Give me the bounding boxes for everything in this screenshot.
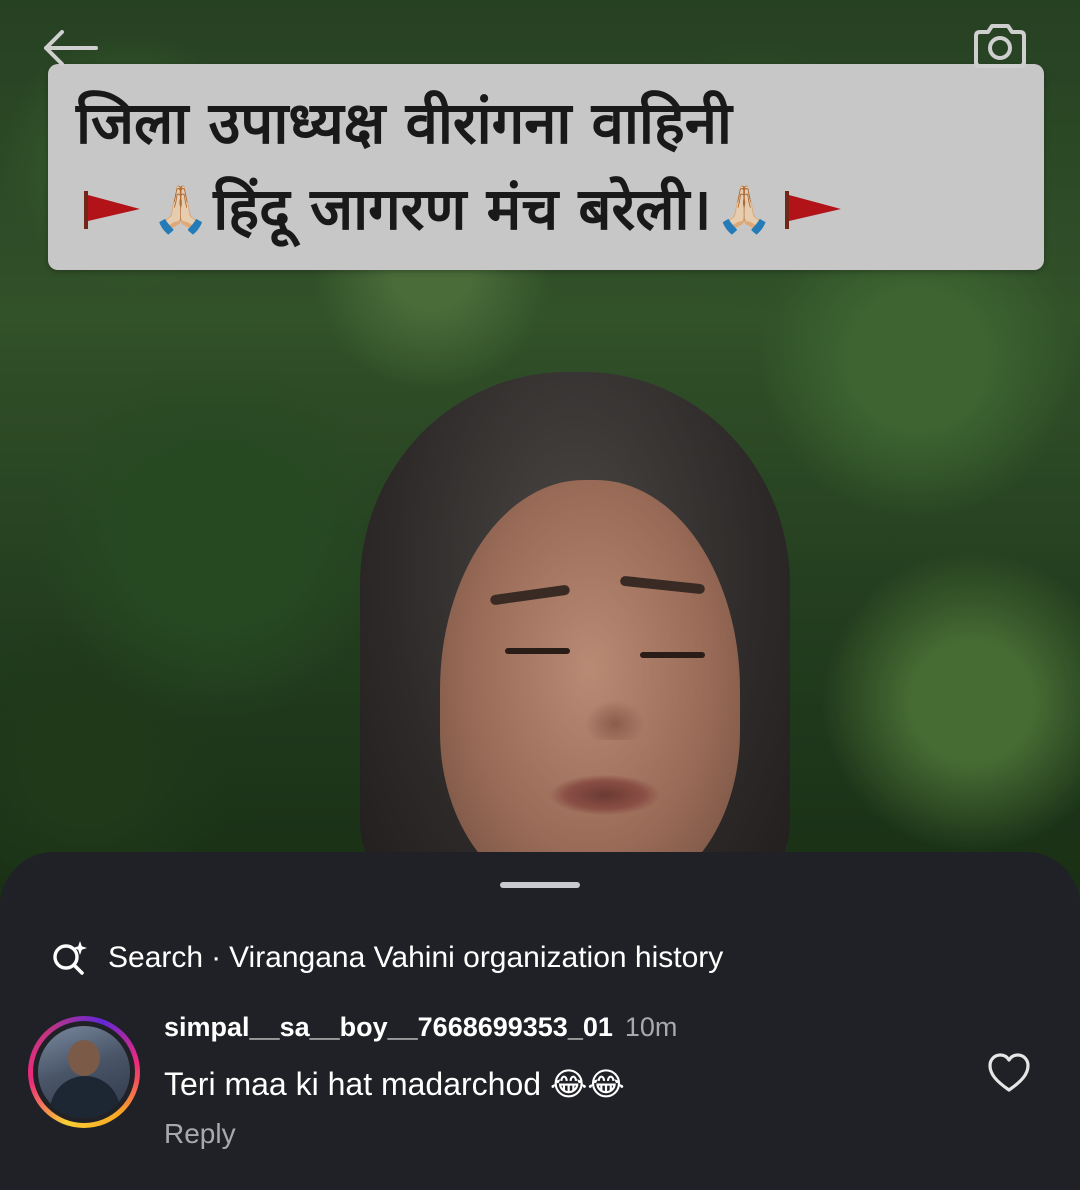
sticker-line-2-text: हिंदू जागरण मंच बरेली। (213, 175, 712, 243)
comment-meta: simpal__sa__boy__7668699353_01 10m (164, 1012, 677, 1052)
comment-body: simpal__sa__boy__7668699353_01 10m Teri … (164, 1012, 677, 1150)
comment-username[interactable]: simpal__sa__boy__7668699353_01 (164, 1012, 613, 1043)
folded-hands-emoji: 🙏🏻 (715, 182, 773, 236)
heart-outline-icon (988, 1053, 1030, 1092)
folded-hands-emoji: 🙏🏻 (152, 182, 210, 236)
camera-button[interactable] (970, 20, 1030, 70)
like-comment-button[interactable] (986, 1050, 1032, 1096)
sticker-line-1: जिला उपाध्यक्ष वीरांगना वाहिनी (76, 89, 732, 157)
back-button[interactable] (40, 28, 100, 68)
search-suggestion-text: Search · Virangana Vahini organization his… (108, 941, 723, 975)
red-flag-icon (84, 191, 140, 229)
search-separator: · (211, 941, 222, 974)
avatar-figure-head (68, 1040, 100, 1076)
back-arrow-icon (44, 30, 98, 66)
subject-right-eye (640, 652, 705, 658)
subject-nose (585, 700, 645, 740)
avatar-ring-gap (33, 1021, 135, 1123)
ai-search-icon (53, 941, 87, 975)
comment-timestamp: 10m (624, 1012, 678, 1042)
subject-face (440, 480, 740, 900)
avatar (38, 1026, 130, 1118)
red-flag-icon (784, 191, 841, 229)
subject-left-eye (505, 648, 570, 654)
comment-item: simpal__sa__boy__7668699353_01 10m Teri … (28, 1012, 1052, 1172)
search-query: Virangana Vahini organization history (229, 941, 724, 974)
search-label: Search (108, 941, 204, 974)
search-suggestion[interactable]: Search · Virangana Vahini organization his… (50, 938, 723, 978)
camera-icon (974, 24, 1026, 68)
sticker-line-2: 🙏🏻 हिंदू जागरण मंच बरेली। 🙏🏻 (76, 166, 1016, 252)
avatar-story-ring[interactable] (28, 1016, 140, 1128)
comment-text: Teri maa ki hat madarchod 😂😂 (164, 1066, 625, 1102)
comments-sheet: Search · Virangana Vahini organization his… (0, 852, 1080, 1190)
avatar-figure-body (50, 1076, 120, 1118)
subject-mouth (550, 775, 660, 815)
reply-button[interactable]: Reply (164, 1118, 236, 1150)
sheet-drag-handle[interactable] (500, 882, 580, 888)
text-sticker: जिला उपाध्यक्ष वीरांगना वाहिनी 🙏🏻 हिंदू … (48, 64, 1044, 270)
